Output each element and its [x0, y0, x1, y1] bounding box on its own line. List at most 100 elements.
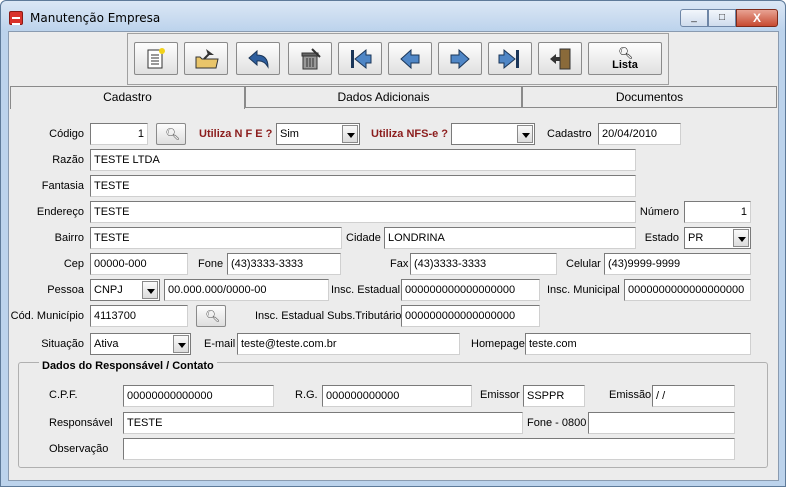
email-field[interactable]: teste@teste.com.br	[237, 333, 460, 355]
main-window: Manutenção Empresa _ □ X 🔍︎ Lista Cadast…	[0, 0, 786, 487]
codigo-search-button[interactable]: 🔍︎	[156, 123, 186, 145]
pessoa-label: Pessoa	[47, 284, 84, 296]
app-icon	[9, 11, 23, 25]
situacao-select[interactable]: Ativa	[90, 333, 191, 355]
emissao-date-field[interactable]: / /	[652, 385, 735, 407]
previous-record-button[interactable]	[388, 42, 432, 75]
cidade-field[interactable]: LONDRINA	[384, 227, 636, 249]
undo-button[interactable]	[236, 42, 280, 75]
chevron-down-icon[interactable]	[342, 125, 358, 143]
chevron-down-icon[interactable]	[142, 281, 158, 299]
cpf-label: C.P.F.	[49, 389, 78, 401]
lista-label: Lista	[612, 59, 638, 71]
cpf-field[interactable]: 00000000000000	[123, 385, 274, 407]
last-record-button[interactable]	[488, 42, 532, 75]
fone0800-label: Fone - 0800	[527, 417, 587, 429]
numero-label: Número	[639, 206, 679, 218]
observacao-field[interactable]	[123, 438, 735, 460]
situacao-label: Situação	[41, 338, 84, 350]
insc-estadual-field[interactable]: 000000000000000000	[401, 279, 540, 301]
responsavel-label: Responsável	[49, 417, 113, 429]
search-icon: 🔍︎	[205, 309, 221, 323]
open-button[interactable]	[184, 42, 228, 75]
open-folder-icon	[195, 49, 219, 69]
numero-field[interactable]: 1	[684, 201, 751, 223]
estado-value: PR	[688, 232, 704, 244]
rg-label: R.G.	[295, 389, 318, 401]
chevron-down-icon[interactable]	[517, 125, 533, 143]
cnpj-field[interactable]: 00.000.000/0000-00	[164, 279, 329, 301]
new-button[interactable]	[134, 42, 178, 75]
undo-arrow-icon	[248, 49, 269, 69]
search-icon: 🔍︎	[165, 127, 181, 141]
responsavel-field[interactable]: TESTE	[123, 412, 523, 434]
chevron-down-icon[interactable]	[733, 229, 749, 247]
lista-button[interactable]: 🔍︎ Lista	[588, 42, 662, 75]
insc-estadual-label: Insc. Estadual	[331, 284, 401, 296]
utiliza-nfe-value: Sim	[280, 128, 299, 140]
fax-field[interactable]: (43)3333-3333	[410, 253, 557, 275]
estado-select[interactable]: PR	[684, 227, 751, 249]
insc-subs-field[interactable]: 000000000000000000	[401, 305, 540, 327]
rg-field[interactable]: 000000000000	[322, 385, 472, 407]
email-label: E-mail	[204, 338, 236, 350]
homepage-label: Homepage	[471, 338, 525, 350]
maximize-button[interactable]: □	[708, 9, 736, 27]
cidade-label: Cidade	[346, 232, 381, 244]
endereco-label: Endereço	[36, 206, 84, 218]
delete-trash-icon	[301, 48, 321, 70]
fone0800-field[interactable]	[588, 412, 735, 434]
fantasia-field[interactable]: TESTE	[90, 175, 636, 197]
utiliza-nfse-select[interactable]	[451, 123, 535, 145]
responsavel-group-title: Dados do Responsável / Contato	[39, 360, 217, 372]
tab-strip: Cadastro Dados Adicionais Documentos	[9, 86, 778, 109]
celular-field[interactable]: (43)9999-9999	[604, 253, 751, 275]
form-client-area: 🔍︎ Lista Cadastro Dados Adicionais Docum…	[8, 31, 779, 481]
tab-cadastro[interactable]: Cadastro	[10, 86, 245, 109]
cep-label: Cep	[63, 258, 84, 270]
cep-field[interactable]: 00000-000	[90, 253, 188, 275]
emissor-label: Emissor	[480, 389, 520, 401]
tab-documentos[interactable]: Documentos	[522, 86, 777, 108]
homepage-field[interactable]: teste.com	[525, 333, 751, 355]
utiliza-nfe-label: Utiliza N F E ?	[199, 128, 273, 140]
insc-municipal-field[interactable]: 0000000000000000000	[624, 279, 751, 301]
endereco-field[interactable]: TESTE	[90, 201, 636, 223]
toolbar: 🔍︎ Lista	[127, 33, 669, 85]
cod-municipio-field[interactable]: 4113700	[90, 305, 188, 327]
fone-field[interactable]: (43)3333-3333	[227, 253, 341, 275]
exit-button[interactable]	[538, 42, 582, 75]
first-record-button[interactable]	[338, 42, 382, 75]
chevron-down-icon[interactable]	[173, 335, 189, 353]
razao-label: Razão	[52, 154, 84, 166]
last-record-icon	[498, 48, 519, 70]
next-record-button[interactable]	[438, 42, 482, 75]
codigo-field[interactable]: 1	[90, 123, 148, 145]
new-document-icon	[147, 48, 165, 69]
close-button[interactable]: X	[736, 9, 778, 27]
title-bar[interactable]: Manutenção Empresa _ □ X	[1, 1, 785, 31]
window-title: Manutenção Empresa	[30, 11, 161, 25]
fone-label: Fone	[198, 258, 224, 270]
cadastro-date-field[interactable]: 20/04/2010	[598, 123, 681, 145]
pessoa-select[interactable]: CNPJ	[90, 279, 160, 301]
municipio-search-button[interactable]: 🔍︎	[196, 305, 226, 327]
emissao-label: Emissão	[609, 389, 652, 401]
bairro-field[interactable]: TESTE	[90, 227, 342, 249]
bairro-label: Bairro	[54, 232, 84, 244]
exit-door-icon	[550, 48, 571, 70]
insc-subs-label: Insc. Estadual Subs.Tributário	[255, 310, 402, 322]
razao-field[interactable]: TESTE LTDA	[90, 149, 636, 171]
cod-municipio-label: Cód. Município	[10, 310, 84, 322]
fantasia-label: Fantasia	[41, 180, 84, 192]
situacao-value: Ativa	[94, 338, 119, 350]
emissor-field[interactable]: SSPPR	[523, 385, 585, 407]
tab-dados-adicionais[interactable]: Dados Adicionais	[245, 86, 522, 108]
utiliza-nfse-label: Utiliza NFS-e ?	[371, 128, 449, 140]
delete-button[interactable]	[288, 42, 332, 75]
minimize-button[interactable]: _	[680, 9, 708, 27]
next-record-icon	[450, 48, 470, 70]
search-icon: 🔍︎	[618, 46, 634, 60]
utiliza-nfe-select[interactable]: Sim	[276, 123, 360, 145]
first-record-icon	[351, 48, 372, 70]
